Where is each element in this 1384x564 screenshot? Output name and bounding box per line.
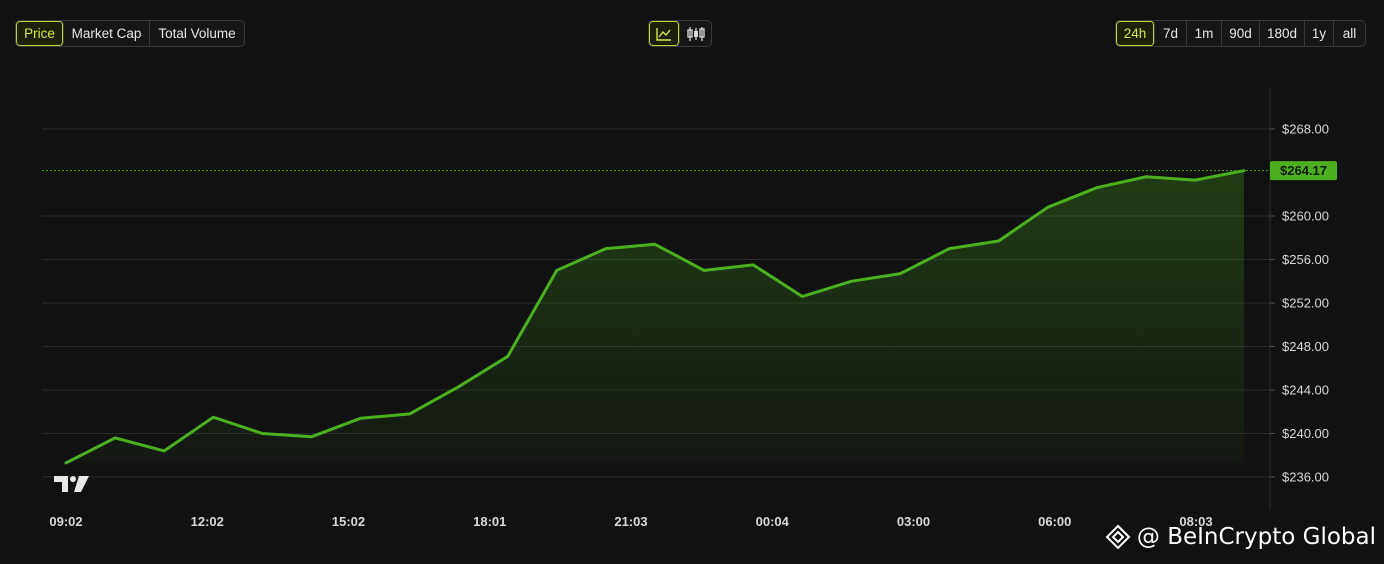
- last-price-label: $264.17: [1280, 163, 1327, 178]
- y-tick-label: $248.00: [1282, 339, 1329, 354]
- x-tick-label: 00:04: [756, 514, 790, 529]
- price-chart: $236.00 $240.00 $244.00 $248.00 $252.00 $256.…: [42, 88, 1337, 529]
- x-tick-label: 18:01: [473, 514, 506, 529]
- x-tick-label: 21:03: [614, 514, 647, 529]
- x-axis-ticks: 09:02 12:02 15:02 18:01 21:03 00:04 03:00 06:00…: [49, 514, 1212, 529]
- y-tick-label: $244.00: [1282, 383, 1329, 398]
- watermark: @ BeInCrypto Global: [1105, 524, 1376, 550]
- watermark-text: @ BeInCrypto Global: [1136, 524, 1376, 550]
- x-tick-label: 06:00: [1038, 514, 1071, 529]
- price-area-fill: [66, 170, 1244, 463]
- last-price-tag-group: $264.17: [1270, 161, 1337, 181]
- y-tick-label: $256.00: [1282, 252, 1329, 267]
- beincrypto-logo-icon: [1105, 524, 1131, 550]
- y-tick-label: $260.00: [1282, 209, 1329, 224]
- x-tick-label: 12:02: [191, 514, 224, 529]
- tradingview-logo: [54, 476, 89, 492]
- y-tick-label: $268.00: [1282, 122, 1329, 137]
- y-tick-label: $252.00: [1282, 296, 1329, 311]
- x-tick-label: 15:02: [332, 514, 365, 529]
- y-tick-label: $236.00: [1282, 470, 1329, 485]
- y-tick-label: $240.00: [1282, 426, 1329, 441]
- x-tick-label: 03:00: [897, 514, 930, 529]
- x-tick-label: 09:02: [49, 514, 82, 529]
- area-layer: [66, 170, 1244, 463]
